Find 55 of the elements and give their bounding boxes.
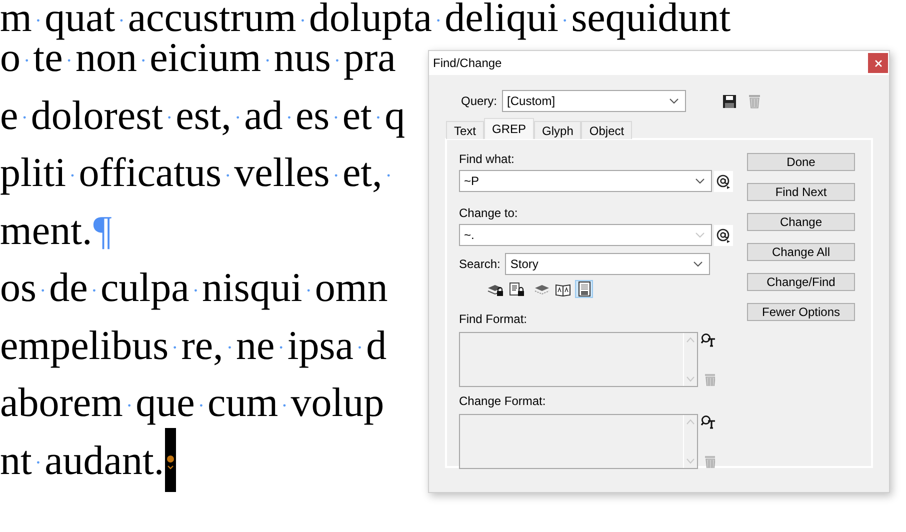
scroll-down-icon — [686, 376, 695, 382]
tab[interactable]: Object — [581, 121, 632, 139]
format-search-icon — [701, 333, 716, 347]
search-option-button[interactable] — [507, 280, 525, 298]
change-to-field[interactable]: ~. — [459, 224, 712, 246]
find-format-label: Find Format: — [459, 311, 528, 328]
text-line: pliti·officatus·velles·et,· — [0, 148, 393, 197]
close-icon — [874, 60, 882, 66]
search-dropdown[interactable]: Story — [505, 253, 710, 275]
trash-icon — [702, 454, 714, 468]
save-icon — [722, 94, 738, 108]
dialog-button[interactable]: Change All — [747, 243, 855, 261]
tab[interactable]: Text — [446, 121, 484, 139]
pilcrow-mark: ¶ — [93, 206, 112, 254]
dialog-button[interactable]: Done — [747, 153, 855, 171]
format-search-icon — [701, 415, 716, 429]
trash-icon — [702, 372, 714, 386]
chevron-down-icon — [669, 98, 680, 104]
dialog-button[interactable]: Find Next — [747, 183, 855, 201]
tab[interactable]: Glyph — [534, 121, 582, 139]
text-line: nt·audant. — [0, 436, 164, 484]
text-line: e·dolorest·est,·ad·es·et·q — [0, 90, 406, 140]
text-line: aborem·que·cum·volup — [0, 378, 384, 427]
scrollbar[interactable] — [683, 333, 697, 386]
chevron-down-icon — [695, 232, 705, 238]
dialog-button[interactable]: Change/Find — [747, 273, 855, 291]
change-to-label: Change to: — [459, 205, 519, 222]
close-button[interactable] — [868, 53, 888, 73]
scroll-up-icon — [686, 419, 695, 425]
text-line: os·de·culpa·nisqui·omn — [0, 263, 388, 312]
special-characters-button[interactable] — [714, 224, 733, 246]
change-format-label: Change Format: — [459, 393, 547, 410]
dialog-button[interactable]: Change — [747, 213, 855, 231]
scroll-up-icon — [686, 337, 695, 343]
at-sign-icon — [716, 228, 731, 242]
query-dropdown[interactable]: [Custom] — [502, 90, 686, 112]
footnote-page-icon — [576, 281, 592, 297]
find-what-label: Find what: — [459, 151, 516, 168]
at-sign-icon — [716, 174, 731, 188]
search-label: Search: — [459, 256, 500, 273]
text-line: empelibus·re,·ne·ipsa·d — [0, 320, 387, 370]
query-label: Query: — [461, 93, 498, 110]
scrollbar[interactable] — [683, 415, 697, 468]
tab[interactable]: GREP — [484, 118, 534, 139]
document-lock-icon — [508, 281, 524, 297]
window-title: Find/Change — [433, 55, 502, 72]
scroll-down-icon — [686, 458, 695, 464]
find-what-field[interactable]: ~P — [459, 170, 712, 192]
chevron-down-icon — [695, 178, 705, 184]
chevron-down-icon — [693, 261, 704, 267]
special-characters-button[interactable] — [714, 170, 733, 192]
trash-icon — [747, 93, 762, 109]
dialog-button[interactable]: Fewer Options — [747, 303, 855, 321]
search-option-button[interactable] — [575, 280, 593, 298]
text-line: ment. — [0, 206, 92, 254]
